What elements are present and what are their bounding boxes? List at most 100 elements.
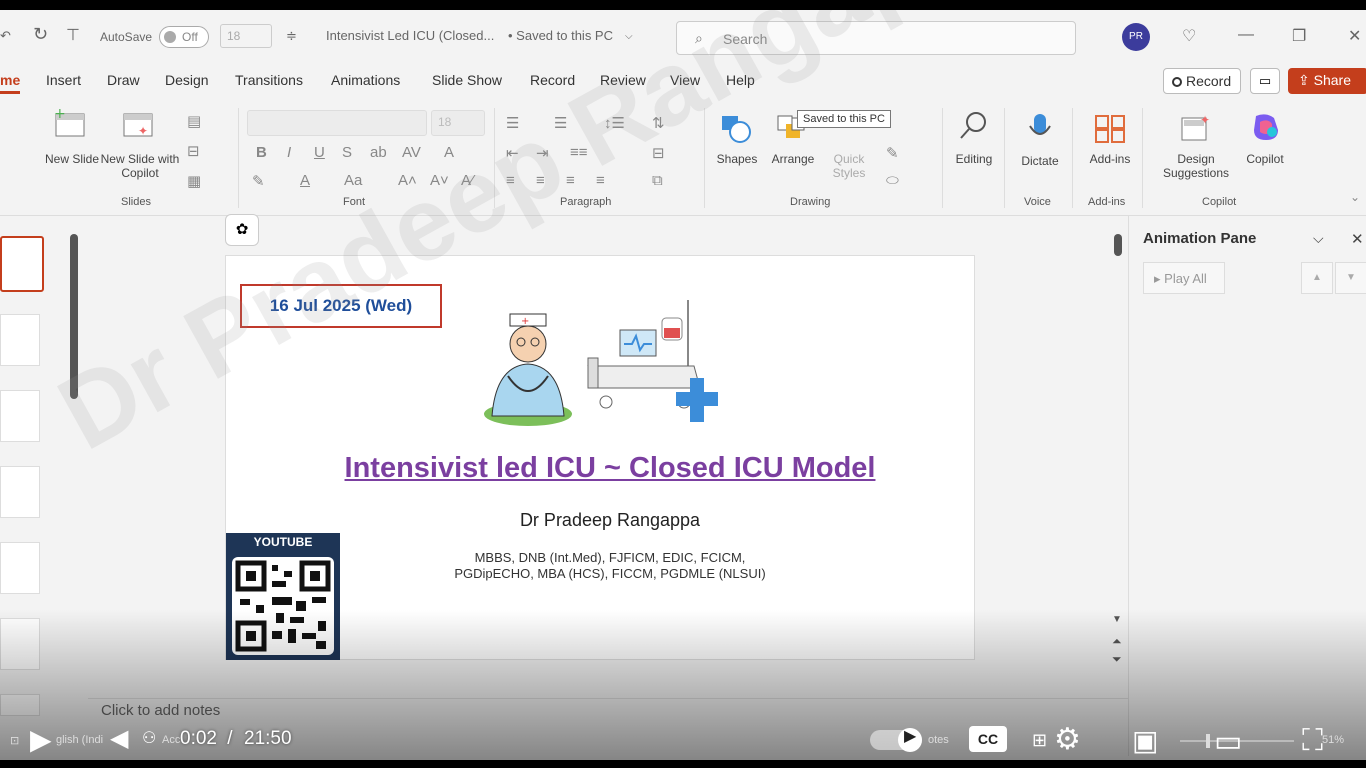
volume-icon[interactable]: ◀: [110, 724, 128, 753]
shrink-font-icon[interactable]: A˅: [430, 172, 449, 189]
close-icon[interactable]: ✕: [1351, 230, 1364, 248]
grid-view-icon[interactable]: ⊞: [1032, 730, 1047, 751]
tab-record[interactable]: Record: [530, 72, 575, 88]
slide-canvas[interactable]: 16 Jul 2025 (Wed) + Intensivist led ICU …: [225, 255, 975, 660]
find-icon[interactable]: [958, 110, 990, 140]
tab-insert[interactable]: Insert: [46, 72, 81, 88]
restore-icon[interactable]: ❐: [1292, 26, 1306, 46]
share-button[interactable]: ⇪ Share: [1288, 68, 1366, 94]
move-up-button[interactable]: ▲: [1301, 262, 1333, 294]
columns-icon[interactable]: ≡≡: [570, 144, 588, 161]
new-slide-label[interactable]: New Slide: [42, 152, 102, 166]
tab-design[interactable]: Design: [165, 72, 209, 88]
chevron-down-icon[interactable]: ⌵: [625, 31, 633, 42]
layout-icon[interactable]: ▤: [187, 112, 201, 130]
increase-indent-icon[interactable]: ⇥: [536, 144, 549, 162]
change-case-icon[interactable]: Aa: [344, 172, 362, 189]
highlight-icon[interactable]: ✎: [252, 172, 265, 190]
shape-effects-icon[interactable]: ⬭: [886, 172, 899, 189]
miniplayer-icon[interactable]: ▣: [1132, 724, 1158, 757]
thumbnail-slide-3[interactable]: [0, 390, 40, 442]
captions-button[interactable]: CC: [969, 726, 1007, 752]
italic-icon[interactable]: I: [287, 144, 291, 161]
font-color-icon[interactable]: A: [300, 172, 310, 189]
close-icon[interactable]: ✕: [1348, 26, 1361, 46]
fullscreen-icon[interactable]: ⛶: [1302, 724, 1323, 758]
undo-icon[interactable]: ↶: [0, 28, 11, 44]
align-center-icon[interactable]: ≡: [536, 172, 545, 189]
settings-gear-icon[interactable]: ⚙: [1054, 722, 1081, 757]
clear-format-icon[interactable]: A: [444, 144, 454, 161]
shapes-label[interactable]: Shapes: [712, 152, 762, 166]
tab-animations[interactable]: Animations: [331, 72, 400, 88]
autosave-toggle[interactable]: Off: [159, 26, 209, 48]
tab-slide-show[interactable]: Slide Show: [432, 72, 502, 88]
search-box[interactable]: ⌕ Search: [676, 21, 1076, 55]
font-size-mini-box[interactable]: 18: [220, 24, 272, 48]
tab-help[interactable]: Help: [726, 72, 755, 88]
record-button[interactable]: Record: [1163, 68, 1241, 94]
numbering-icon[interactable]: ☰: [554, 114, 567, 132]
tab-home[interactable]: me: [0, 72, 21, 94]
comments-button[interactable]: ▭: [1250, 68, 1280, 94]
line-spacing-icon[interactable]: ↕☰: [604, 114, 625, 132]
play-icon[interactable]: ▶: [30, 723, 52, 756]
customize-toolbar-icon[interactable]: ≑: [286, 28, 297, 44]
reset-icon[interactable]: ⊟: [187, 142, 200, 160]
thumbnail-slide-1[interactable]: [0, 236, 44, 292]
arrange-label[interactable]: Arrange: [764, 152, 822, 166]
prev-slide-icon[interactable]: ⏶: [1112, 634, 1122, 649]
strikethrough-icon[interactable]: S: [342, 144, 352, 161]
justify-icon[interactable]: ≡: [596, 172, 605, 189]
thumbnail-slide-2[interactable]: [0, 314, 40, 366]
thumbnail-scrollbar[interactable]: [70, 234, 78, 399]
text-direction-icon[interactable]: ⇅: [652, 114, 665, 132]
align-left-icon[interactable]: ≡: [506, 172, 515, 189]
scroll-down-icon[interactable]: ▼: [1112, 614, 1122, 625]
addins-label[interactable]: Add-ins: [1082, 152, 1138, 166]
shape-outline-icon[interactable]: ✎: [886, 144, 899, 162]
align-right-icon[interactable]: ≡: [566, 172, 575, 189]
thumbnail-slide-5[interactable]: [0, 542, 40, 594]
theater-mode-icon[interactable]: ▭: [1214, 724, 1242, 759]
addins-icon[interactable]: [1094, 114, 1126, 144]
new-slide-copilot-icon[interactable]: ✦: [122, 108, 154, 138]
bold-icon[interactable]: B: [256, 144, 267, 161]
zoom-slider-handle[interactable]: [1206, 734, 1210, 748]
designer-icon[interactable]: ✦: [1180, 112, 1212, 142]
chevron-down-icon[interactable]: ⌵: [1313, 230, 1324, 247]
tab-draw[interactable]: Draw: [107, 72, 140, 88]
grow-font-icon[interactable]: A˄: [398, 172, 417, 189]
new-slide-icon[interactable]: +: [54, 108, 86, 138]
next-slide-icon[interactable]: ⏷: [1112, 652, 1122, 667]
section-icon[interactable]: ▦: [187, 172, 201, 190]
copilot-slide-icon[interactable]: ✿: [225, 214, 259, 246]
microphone-icon[interactable]: [1024, 112, 1056, 142]
thumbnail-slide-7[interactable]: [0, 694, 40, 716]
minimize-icon[interactable]: —: [1238, 26, 1254, 44]
tab-view[interactable]: View: [670, 72, 700, 88]
shapes-icon[interactable]: [720, 114, 752, 144]
document-title[interactable]: Intensivist Led ICU (Closed...: [326, 28, 494, 43]
font-size-box[interactable]: 18: [431, 110, 485, 136]
design-suggestions-label[interactable]: Design Suggestions: [1150, 152, 1242, 180]
subscript-icon[interactable]: ab: [370, 144, 387, 161]
lightbulb-icon[interactable]: ♡: [1182, 26, 1196, 46]
thumbnail-slide-4[interactable]: [0, 466, 40, 518]
play-all-button[interactable]: ▸ Play All: [1143, 262, 1225, 294]
quick-styles-label[interactable]: Quick Styles: [826, 152, 872, 180]
decrease-indent-icon[interactable]: ⇤: [506, 144, 519, 162]
font-name-box[interactable]: [247, 110, 427, 136]
collapse-ribbon-icon[interactable]: ⌄: [1350, 190, 1360, 204]
redo-icon[interactable]: ↻: [33, 24, 48, 45]
move-down-button[interactable]: ▼: [1335, 262, 1366, 294]
char-spacing-icon[interactable]: AV: [402, 144, 421, 161]
underline-icon[interactable]: U: [314, 144, 325, 161]
saved-state[interactable]: • Saved to this PC: [508, 28, 613, 43]
copilot-label[interactable]: Copilot: [1236, 152, 1294, 166]
dictate-label[interactable]: Dictate: [1012, 154, 1068, 168]
avatar[interactable]: PR: [1122, 23, 1150, 51]
presenter-icon[interactable]: ⊤: [66, 25, 80, 45]
align-text-icon[interactable]: ⊟: [652, 144, 665, 162]
text-effects-icon[interactable]: A⁄: [461, 172, 474, 189]
